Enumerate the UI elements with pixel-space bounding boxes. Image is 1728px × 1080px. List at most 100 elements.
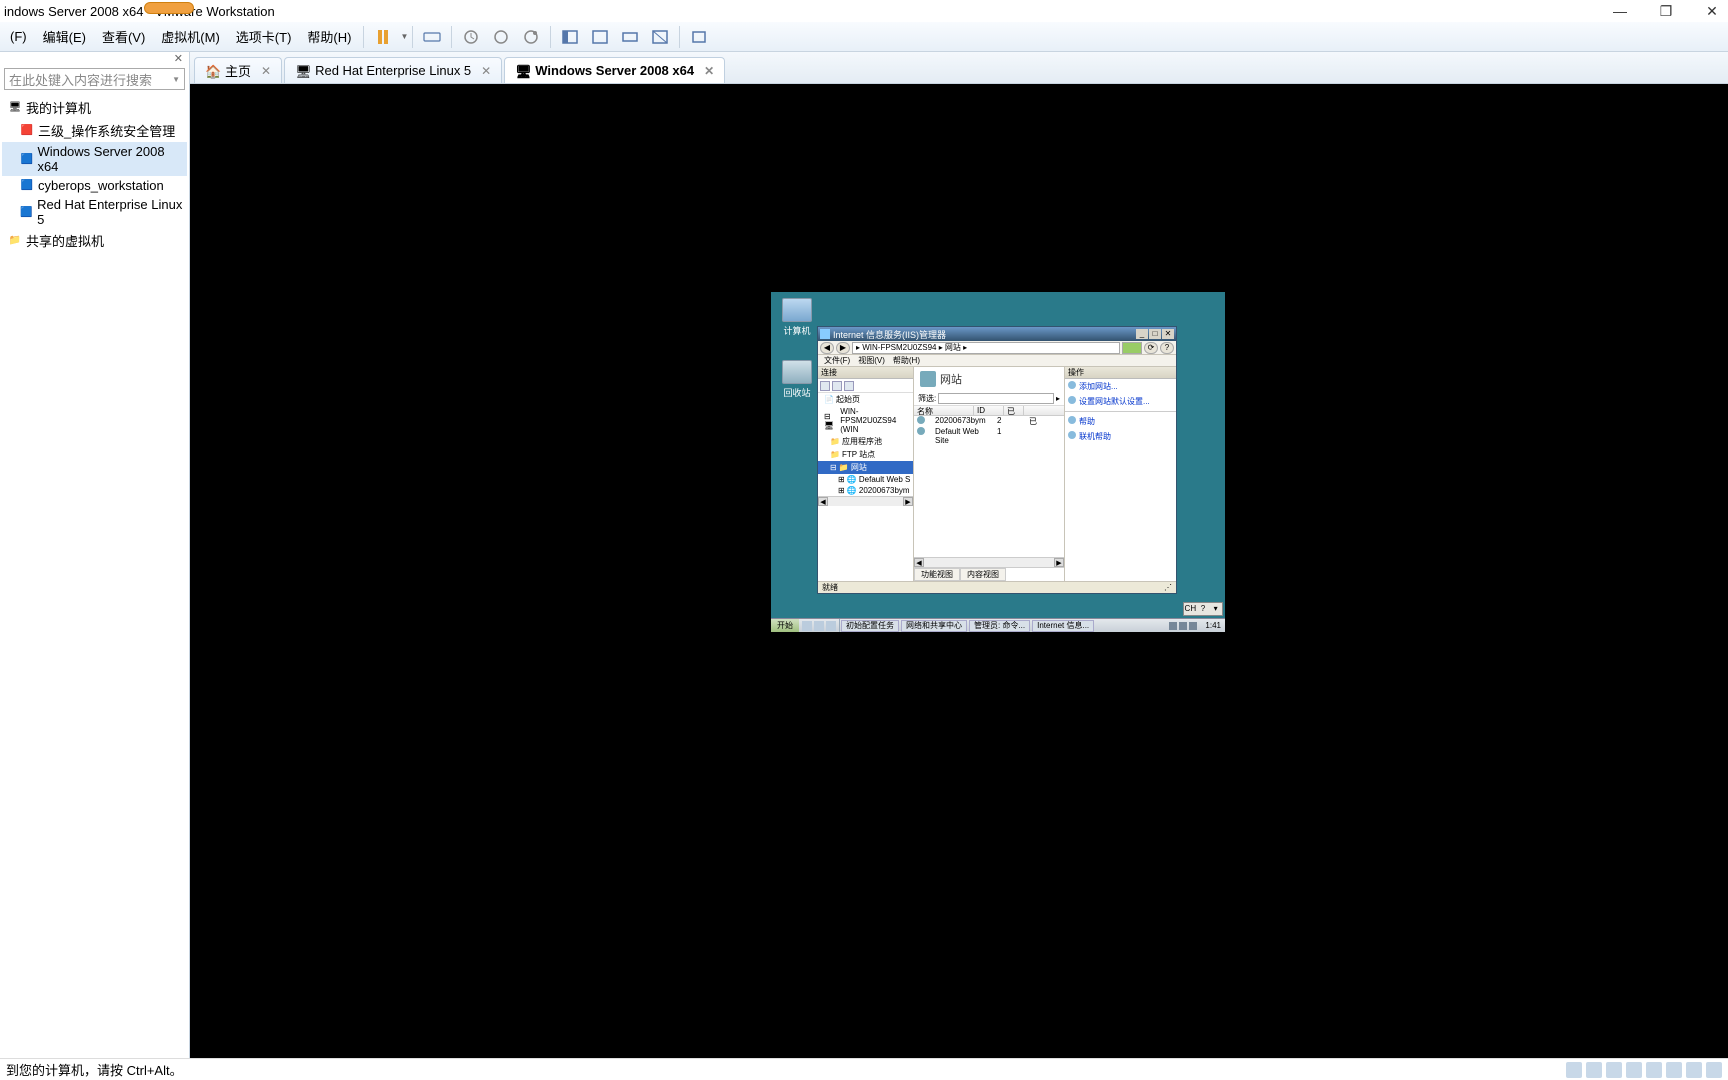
taskbar-item[interactable]: 管理员: 命令...	[969, 620, 1030, 632]
tray-icon[interactable]	[1169, 622, 1177, 630]
menu-vm[interactable]: 虚拟机(M)	[153, 23, 228, 50]
tree-server[interactable]: ⊟ 🖥 WIN-FPSM2U0ZS94 (WIN	[818, 406, 913, 435]
lang-button[interactable]: CH	[1184, 603, 1197, 615]
device-icon[interactable]	[1566, 1062, 1582, 1078]
manage-snapshots-button[interactable]	[518, 24, 544, 50]
scroll-right-icon[interactable]: ▶	[1054, 558, 1064, 567]
device-icon[interactable]	[1606, 1062, 1622, 1078]
tree-root-shared[interactable]: 📁 共享的虚拟机	[2, 229, 187, 252]
search-dropdown-icon[interactable]: ▼	[172, 75, 180, 84]
lang-help-button[interactable]: ?	[1197, 603, 1210, 615]
breadcrumb[interactable]: ▸ WIN-FPSM2U0ZS94 ▸ 网站 ▸	[852, 342, 1120, 354]
vm-display-area[interactable]: 计算机 回收站 Internet 信息服务(IIS)管理器 _ □ ✕	[190, 84, 1728, 1058]
action-online-help[interactable]: 联机帮助	[1065, 429, 1176, 444]
iis-menu-view[interactable]: 视图(V)	[858, 355, 885, 366]
close-button[interactable]: ✕	[1700, 3, 1724, 20]
console-button[interactable]	[647, 24, 673, 50]
unity-button[interactable]	[587, 24, 613, 50]
language-bar[interactable]: CH ? ▾	[1183, 602, 1223, 616]
scroll-right-icon[interactable]: ▶	[903, 497, 913, 506]
tree-site-custom[interactable]: ⊞ 🌐 20200673bym	[818, 485, 913, 496]
go-button[interactable]	[1122, 342, 1142, 354]
tree-start-page[interactable]: 📄 起始页	[818, 393, 913, 406]
stretch-button[interactable]	[617, 24, 643, 50]
taskbar-item[interactable]: 网络和共享中心	[901, 620, 967, 632]
taskbar-item[interactable]: Internet 信息...	[1032, 620, 1094, 632]
tree-sites[interactable]: ⊟ 📁 网站	[818, 461, 913, 474]
list-hscrollbar[interactable]: ◀ ▶	[914, 557, 1064, 567]
library-button[interactable]	[686, 24, 712, 50]
list-item[interactable]: 20200673bym 2 已	[914, 416, 1064, 427]
sidebar-close-button[interactable]: ✕	[0, 52, 189, 66]
filter-input[interactable]	[938, 393, 1054, 404]
minimize-button[interactable]: —	[1608, 3, 1632, 20]
device-icon[interactable]	[1646, 1062, 1662, 1078]
iis-minimize-button[interactable]: _	[1136, 329, 1148, 339]
menu-help[interactable]: 帮助(H)	[299, 23, 359, 50]
tree-item-vm1[interactable]: 🟥 三级_操作系统安全管理	[2, 119, 187, 142]
iis-maximize-button[interactable]: □	[1149, 329, 1161, 339]
tab-close-button[interactable]: ✕	[704, 64, 714, 78]
tree-root-mycomputer[interactable]: 🖥 我的计算机	[2, 96, 187, 119]
col-name[interactable]: 名称	[914, 406, 974, 415]
taskbar-clock[interactable]: 1:41	[1201, 621, 1225, 630]
tab-close-button[interactable]: ✕	[481, 64, 491, 78]
sidebar-search-input[interactable]: 在此处键入内容进行搜索 ▼	[4, 68, 185, 90]
col-id[interactable]: ID	[974, 406, 1004, 415]
device-icon[interactable]	[1666, 1062, 1682, 1078]
tree-site-default[interactable]: ⊞ 🌐 Default Web S	[818, 474, 913, 485]
action-site-defaults[interactable]: 设置网站默认设置...	[1065, 394, 1176, 409]
tree-hscrollbar[interactable]: ◀ ▶	[818, 496, 913, 506]
fullscreen-button[interactable]	[557, 24, 583, 50]
save-button[interactable]	[832, 381, 842, 391]
iis-menu-file[interactable]: 文件(F)	[824, 355, 850, 366]
tree-app-pools[interactable]: 📁 应用程序池	[818, 435, 913, 448]
device-icon[interactable]	[1626, 1062, 1642, 1078]
scroll-left-icon[interactable]: ◀	[914, 558, 924, 567]
device-icon[interactable]	[1686, 1062, 1702, 1078]
iis-titlebar[interactable]: Internet 信息服务(IIS)管理器 _ □ ✕	[818, 327, 1176, 341]
tray-icon[interactable]	[1189, 622, 1197, 630]
ql-item[interactable]	[802, 621, 812, 631]
iis-close-button[interactable]: ✕	[1162, 329, 1174, 339]
menu-file[interactable]: (F)	[2, 25, 35, 48]
device-icon[interactable]	[1706, 1062, 1722, 1078]
scroll-track[interactable]	[924, 558, 1054, 567]
tree-item-vm4[interactable]: 🟦 Red Hat Enterprise Linux 5	[2, 195, 187, 229]
tab-close-button[interactable]: ✕	[261, 64, 271, 78]
scroll-track[interactable]	[828, 497, 903, 506]
guest-desktop[interactable]: 计算机 回收站 Internet 信息服务(IIS)管理器 _ □ ✕	[771, 292, 1225, 632]
action-help[interactable]: 帮助	[1065, 414, 1176, 429]
help-button[interactable]: ?	[1160, 342, 1174, 354]
connect-button[interactable]	[820, 381, 830, 391]
menu-view[interactable]: 查看(V)	[94, 23, 153, 50]
tab-winserver[interactable]: 🖥 Windows Server 2008 x64 ✕	[504, 57, 725, 83]
pause-button[interactable]	[370, 24, 396, 50]
menu-tabs[interactable]: 选项卡(T)	[228, 23, 300, 50]
pause-dropdown-icon[interactable]: ▼	[400, 32, 408, 41]
revert-button[interactable]	[488, 24, 514, 50]
refresh-button[interactable]: ⟳	[1144, 342, 1158, 354]
col-status[interactable]: 已	[1004, 406, 1024, 415]
back-button[interactable]: ◀	[820, 342, 834, 354]
list-item[interactable]: Default Web Site 1	[914, 427, 1064, 445]
device-icon[interactable]	[1586, 1062, 1602, 1078]
forward-button[interactable]: ▶	[836, 342, 850, 354]
refresh-button[interactable]	[844, 381, 854, 391]
action-add-site[interactable]: 添加网站...	[1065, 379, 1176, 394]
tree-item-vm3[interactable]: 🟦 cyberops_workstation	[2, 176, 187, 195]
ql-item[interactable]	[826, 621, 836, 631]
taskbar-item[interactable]: 初始配置任务	[841, 620, 899, 632]
tab-features-view[interactable]: 功能视图	[914, 568, 960, 581]
menu-edit[interactable]: 编辑(E)	[35, 23, 94, 50]
tab-content-view[interactable]: 内容视图	[960, 568, 1006, 581]
tab-home[interactable]: 🏠 主页 ✕	[194, 57, 282, 83]
filter-go-button[interactable]: ▸	[1056, 394, 1060, 403]
iis-menu-help[interactable]: 帮助(H)	[893, 355, 920, 366]
ql-item[interactable]	[814, 621, 824, 631]
send-cad-button[interactable]	[419, 24, 445, 50]
snapshot-button[interactable]	[458, 24, 484, 50]
scroll-left-icon[interactable]: ◀	[818, 497, 828, 506]
tray-icon[interactable]	[1179, 622, 1187, 630]
lang-options-button[interactable]: ▾	[1209, 603, 1222, 615]
